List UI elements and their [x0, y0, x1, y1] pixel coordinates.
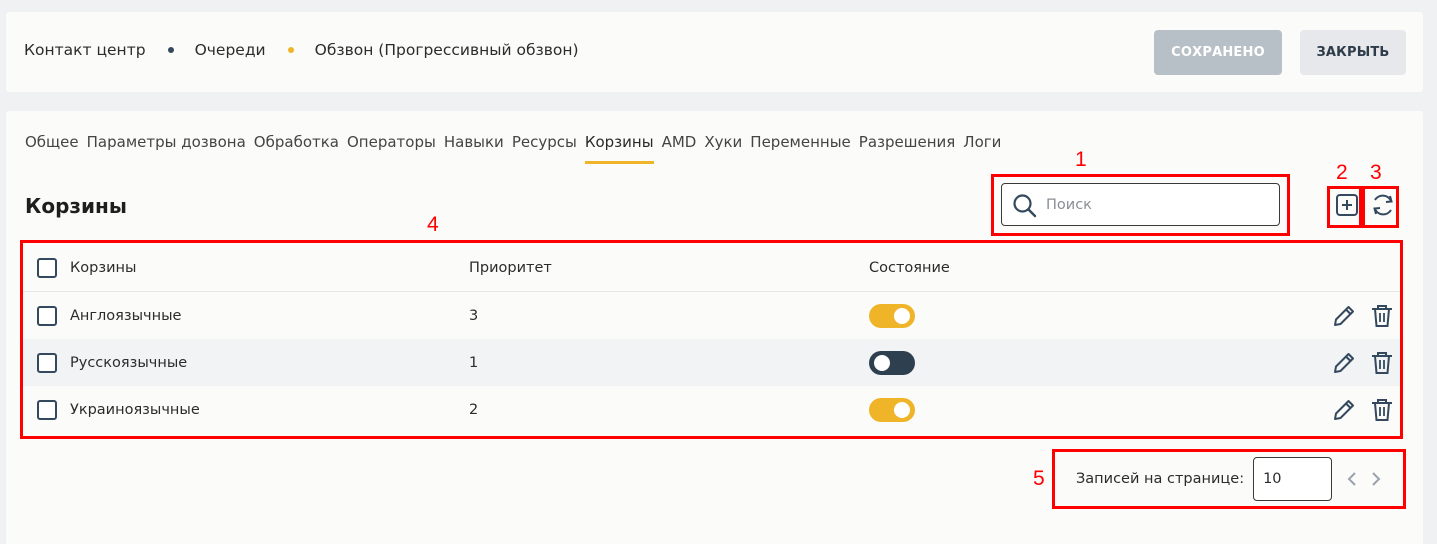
tab-general[interactable]: Общее — [25, 133, 79, 151]
top-bar: Контакт центр Очереди Обзвон (Прогрессив… — [6, 12, 1423, 92]
breadcrumb: Контакт центр Очереди Обзвон (Прогрессив… — [24, 41, 579, 59]
annotation-label: 5 — [1033, 467, 1045, 490]
annotation-label: 1 — [1075, 148, 1087, 171]
tab-processing[interactable]: Обработка — [254, 133, 339, 151]
tab-hooks[interactable]: Хуки — [704, 133, 742, 151]
annotation-label: 2 — [1336, 161, 1348, 184]
tab-baskets[interactable]: Корзины — [584, 133, 654, 164]
tab-resources[interactable]: Ресурсы — [512, 133, 577, 151]
breadcrumb-contact-center[interactable]: Контакт центр — [24, 41, 146, 59]
tab-logs[interactable]: Логи — [963, 133, 1001, 151]
tab-operators[interactable]: Операторы — [347, 133, 436, 151]
annotation-box-search — [991, 174, 1290, 236]
tab-variables[interactable]: Переменные — [750, 133, 851, 151]
breadcrumb-separator — [167, 47, 174, 53]
breadcrumb-separator — [287, 47, 294, 53]
tab-skills[interactable]: Навыки — [444, 133, 504, 151]
tab-bar: Общее Параметры дозвона Обработка Операт… — [25, 133, 1009, 164]
annotation-label: 3 — [1370, 161, 1382, 184]
saved-button[interactable]: СОХРАНЕНО — [1154, 30, 1282, 75]
page-title: Корзины — [25, 194, 127, 218]
breadcrumb-current: Обзвон (Прогрессивный обзвон) — [314, 41, 579, 59]
tab-permissions[interactable]: Разрешения — [859, 133, 956, 151]
annotation-box-table — [20, 240, 1403, 439]
annotation-label: 4 — [427, 213, 439, 236]
close-button[interactable]: ЗАКРЫТЬ — [1300, 30, 1406, 75]
annotation-box-refresh — [1362, 186, 1399, 228]
tab-amd[interactable]: AMD — [662, 133, 697, 151]
tab-dial-params[interactable]: Параметры дозвона — [87, 133, 246, 151]
breadcrumb-queues[interactable]: Очереди — [195, 41, 266, 59]
annotation-box-add — [1327, 186, 1362, 228]
annotation-box-pagination — [1052, 449, 1406, 509]
